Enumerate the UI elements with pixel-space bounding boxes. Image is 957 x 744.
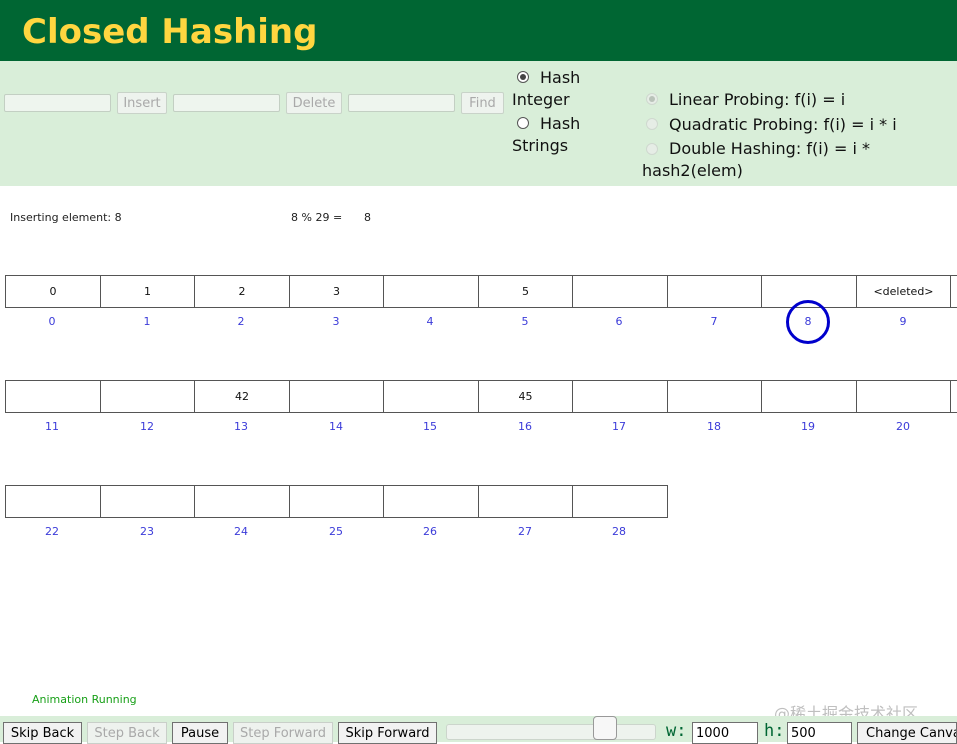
table-index: 6	[615, 315, 623, 328]
pause-button[interactable]: Pause	[172, 722, 228, 744]
table-cell	[572, 380, 668, 413]
table-cell	[950, 380, 957, 413]
table-cell	[100, 380, 195, 413]
hash-integer-label-2: Integer	[512, 90, 570, 109]
table-index: 9	[899, 315, 907, 328]
table-index: 28	[612, 525, 626, 538]
table-cell	[194, 485, 290, 518]
table-cell	[761, 380, 857, 413]
double-hashing-label-1: Double Hashing: f(i) = i *	[669, 139, 870, 158]
step-forward-button[interactable]: Step Forward	[233, 722, 333, 744]
table-cell: 3	[289, 275, 384, 308]
table-cell	[950, 275, 957, 308]
table-cell	[383, 380, 479, 413]
table-index: 5	[521, 315, 529, 328]
table-cell	[100, 485, 195, 518]
table-index: 16	[518, 420, 532, 433]
step-back-button[interactable]: Step Back	[87, 722, 167, 744]
animation-status: Animation Running	[32, 693, 137, 706]
double-hashing-label-2: hash2(elem)	[642, 161, 743, 180]
hash-strings-radio[interactable]	[517, 117, 529, 129]
width-input[interactable]	[692, 722, 758, 744]
table-index: 2	[237, 315, 245, 328]
table-cell: 42	[194, 380, 290, 413]
table-cell: 0	[5, 275, 101, 308]
insert-input[interactable]	[4, 94, 111, 112]
change-canvas-size-button[interactable]: Change Canvas Size	[857, 722, 957, 744]
table-cell: <deleted>	[856, 275, 951, 308]
quadratic-probing-label: Quadratic Probing: f(i) = i * i	[669, 115, 897, 134]
height-label: h:	[764, 721, 785, 741]
speed-slider[interactable]	[446, 724, 656, 740]
hash-expression: 8 % 29 =	[291, 211, 343, 224]
table-index: 1	[143, 315, 151, 328]
find-button[interactable]: Find	[461, 92, 504, 114]
table-index: 26	[423, 525, 437, 538]
hash-strings-label-1: Hash	[540, 114, 581, 133]
table-cell	[383, 275, 479, 308]
double-hashing-radio[interactable]	[646, 143, 658, 155]
height-input[interactable]	[787, 722, 852, 744]
table-cell	[667, 275, 762, 308]
table-cell	[289, 380, 384, 413]
header-bar: Closed Hashing	[0, 0, 957, 61]
table-cell	[856, 380, 951, 413]
quadratic-probing-radio[interactable]	[646, 118, 658, 130]
skip-back-button[interactable]: Skip Back	[3, 722, 82, 744]
page-title: Closed Hashing	[22, 12, 318, 52]
hash-integer-label-1: Hash	[540, 68, 581, 87]
find-input[interactable]	[348, 94, 455, 112]
delete-input[interactable]	[173, 94, 280, 112]
table-index: 3	[332, 315, 340, 328]
table-cell	[383, 485, 479, 518]
table-index: 24	[234, 525, 248, 538]
table-cell	[667, 380, 762, 413]
table-index: 15	[423, 420, 437, 433]
table-index: 7	[710, 315, 718, 328]
table-index: 19	[801, 420, 815, 433]
table-index: 25	[329, 525, 343, 538]
table-index: 12	[140, 420, 154, 433]
hash-result: 8	[364, 211, 371, 224]
hash-strings-label-2: Strings	[512, 136, 569, 155]
control-panel: Insert Delete Find Hash Integer Hash Str…	[0, 61, 957, 186]
table-index: 0	[48, 315, 56, 328]
table-index: 21	[950, 420, 957, 433]
table-cell: 5	[478, 275, 573, 308]
width-label: w:	[666, 721, 687, 741]
table-cell	[5, 380, 101, 413]
table-cell: 45	[478, 380, 573, 413]
inserting-message: Inserting element: 8	[10, 211, 122, 224]
table-index: 18	[707, 420, 721, 433]
skip-forward-button[interactable]: Skip Forward	[338, 722, 437, 744]
hash-integer-radio[interactable]	[517, 71, 529, 83]
table-cell	[289, 485, 384, 518]
table-cell: 1	[100, 275, 195, 308]
insert-button[interactable]: Insert	[117, 92, 167, 114]
table-index: 27	[518, 525, 532, 538]
delete-button[interactable]: Delete	[286, 92, 342, 114]
table-index: 10	[950, 315, 957, 328]
table-cell	[572, 275, 668, 308]
speed-slider-thumb[interactable]	[593, 716, 617, 740]
table-index: 22	[45, 525, 59, 538]
table-cell	[5, 485, 101, 518]
table-cell	[478, 485, 573, 518]
linear-probing-label: Linear Probing: f(i) = i	[669, 90, 846, 109]
highlight-circle	[786, 300, 830, 344]
table-cell	[572, 485, 668, 518]
linear-probing-radio[interactable]	[646, 93, 658, 105]
table-index: 14	[329, 420, 343, 433]
table-index: 13	[234, 420, 248, 433]
table-cell: 2	[194, 275, 290, 308]
table-index: 23	[140, 525, 154, 538]
table-index: 20	[896, 420, 910, 433]
table-index: 11	[45, 420, 59, 433]
table-index: 4	[426, 315, 434, 328]
animation-toolbar: Skip Back Step Back Pause Step Forward S…	[0, 716, 957, 744]
table-index: 17	[612, 420, 626, 433]
